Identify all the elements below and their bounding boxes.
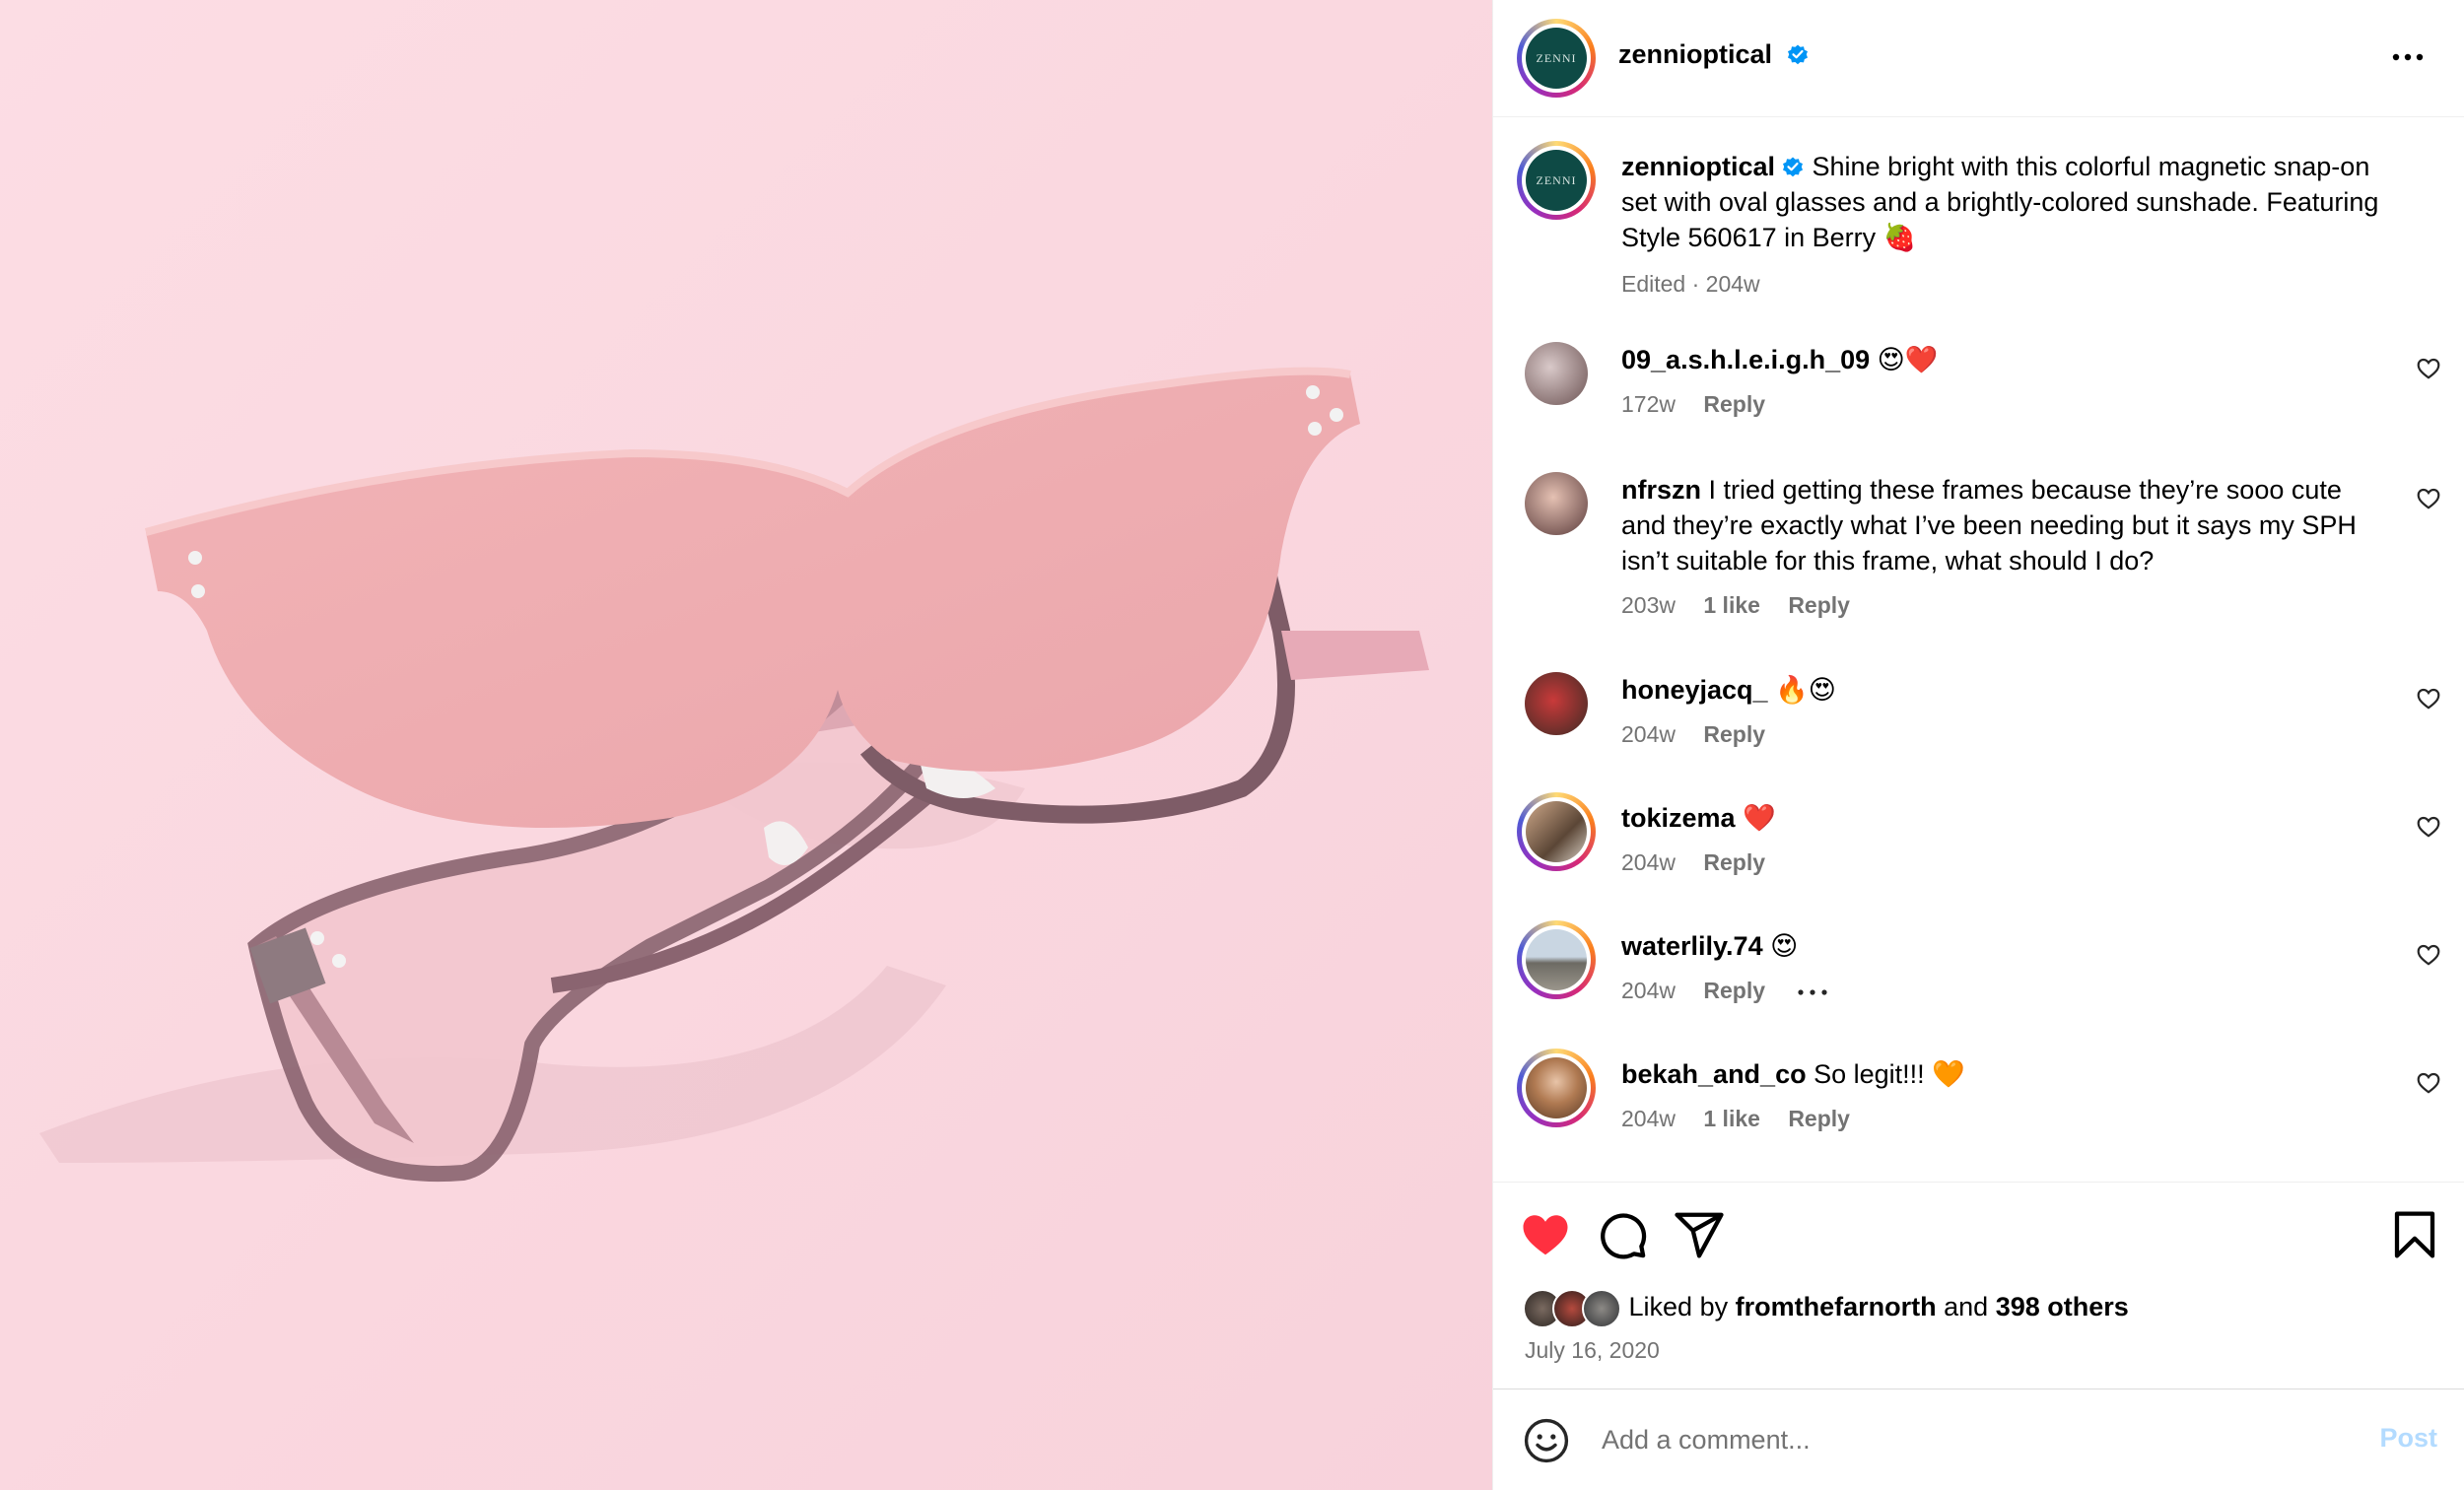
reply-button[interactable]: Reply	[1703, 721, 1765, 747]
post-panel: ZENNI zennioptical ZENNI zennioptical Sh…	[1492, 0, 2464, 1490]
author-name-text[interactable]: zennioptical	[1618, 39, 1772, 69]
reply-button[interactable]: Reply	[1788, 1106, 1850, 1131]
comment-meta: 204w Reply	[1621, 721, 1787, 748]
commenter-avatar[interactable]	[1525, 672, 1588, 735]
caption-meta: Edited · 204w	[1621, 271, 1760, 297]
reply-button[interactable]: Reply	[1703, 849, 1765, 875]
zenni-logo: ZENNI	[1526, 28, 1587, 89]
comment-likes[interactable]: 1 like	[1703, 592, 1760, 618]
post-header: ZENNI zennioptical	[1493, 0, 2464, 117]
comment-text: tokizema ❤️	[1621, 800, 2390, 836]
reply-button[interactable]: Reply	[1703, 978, 1765, 1003]
caption-username[interactable]: zennioptical	[1621, 152, 1775, 181]
like-comment-heart-icon[interactable]	[2416, 686, 2441, 711]
sunglasses-photo	[0, 0, 1492, 1490]
emoji-icon[interactable]	[1523, 1417, 1570, 1464]
comment-body: 😍	[1770, 931, 1799, 961]
comment-age: 204w	[1621, 978, 1676, 1003]
comment-text: nfrszn I tried getting these frames beca…	[1621, 472, 2390, 578]
commenter-avatar[interactable]	[1517, 792, 1596, 871]
liker-avatars	[1523, 1289, 1621, 1328]
bookmark-icon[interactable]	[2388, 1208, 2441, 1261]
verified-badge-icon	[1783, 157, 1804, 177]
commenter-avatar[interactable]	[1525, 342, 1588, 405]
comment-username[interactable]: tokizema	[1621, 803, 1736, 833]
commenter-avatar[interactable]	[1517, 920, 1596, 999]
comment-text: waterlily.74 😍	[1621, 928, 2390, 964]
comment-age: 204w	[1621, 849, 1676, 875]
author-avatar[interactable]: ZENNI	[1517, 19, 1596, 98]
comment-username[interactable]: waterlily.74	[1621, 931, 1763, 961]
post-comment-button[interactable]: Post	[2379, 1423, 2437, 1454]
comment-age: 204w	[1621, 721, 1676, 747]
comment-body: I tried getting these frames because the…	[1621, 475, 2357, 576]
like-comment-heart-icon[interactable]	[2416, 486, 2441, 511]
comment-input[interactable]	[1602, 1413, 2292, 1466]
liked-by-prefix: Liked by	[1628, 1292, 1729, 1322]
reply-button[interactable]: Reply	[1788, 592, 1850, 618]
comment-options-icon[interactable]	[1793, 982, 1832, 1002]
comments-section[interactable]: ZENNI zennioptical Shine bright with thi…	[1493, 117, 2464, 1182]
comment-likes[interactable]: 1 like	[1703, 1106, 1760, 1131]
comment-age: 172w	[1621, 391, 1676, 417]
like-comment-heart-icon[interactable]	[2416, 814, 2441, 840]
comment-body: 😍❤️	[1877, 345, 1939, 374]
comment-body: So legit!!! 🧡	[1814, 1059, 1965, 1089]
post-image[interactable]	[0, 0, 1492, 1490]
comment-age: 203w	[1621, 592, 1676, 618]
comment-age: 204w	[1621, 1106, 1676, 1131]
comment-meta: 203w 1 like Reply	[1621, 592, 1872, 619]
caption-avatar[interactable]: ZENNI	[1517, 141, 1596, 220]
comment-username[interactable]: honeyjacq_	[1621, 675, 1768, 705]
comment-meta: 204w Reply	[1621, 849, 1787, 876]
comment-text: honeyjacq_ 🔥😍	[1621, 672, 2390, 708]
like-comment-heart-icon[interactable]	[2416, 942, 2441, 968]
liked-by[interactable]: Liked by fromthefarnorth and 398 others	[1523, 1289, 2129, 1328]
comment-text: bekah_and_co So legit!!! 🧡	[1621, 1056, 2390, 1092]
like-comment-heart-icon[interactable]	[2416, 1070, 2441, 1096]
share-icon[interactable]	[1673, 1208, 1726, 1261]
verified-badge-icon	[1787, 44, 1808, 65]
author-username[interactable]: zennioptical	[1618, 39, 1810, 70]
post-actions: Liked by fromthefarnorth and 398 others …	[1493, 1182, 2464, 1388]
liked-by-user[interactable]: fromthefarnorth	[1736, 1292, 1937, 1321]
heart-icon[interactable]	[1519, 1208, 1572, 1261]
comment-username[interactable]: bekah_and_co	[1621, 1059, 1807, 1089]
like-comment-heart-icon[interactable]	[2416, 356, 2441, 381]
reply-button[interactable]: Reply	[1703, 391, 1765, 417]
liked-by-joiner: and	[1944, 1292, 1989, 1322]
caption-text: zennioptical Shine bright with this colo…	[1621, 149, 2410, 255]
comment-text: 09_a.s.h.l.e.i.g.h_09 😍❤️	[1621, 342, 2390, 377]
comment-meta: 204w 1 like Reply	[1621, 1106, 1872, 1132]
zenni-logo: ZENNI	[1526, 150, 1587, 211]
add-comment-bar: Post	[1493, 1388, 2464, 1490]
commenter-avatar[interactable]	[1525, 472, 1588, 535]
comment-username[interactable]: 09_a.s.h.l.e.i.g.h_09	[1621, 345, 1870, 374]
comment-body: ❤️	[1743, 803, 1776, 833]
liked-by-others[interactable]: 398 others	[1996, 1292, 2129, 1321]
comment-icon[interactable]	[1596, 1208, 1649, 1261]
comment-body: 🔥😍	[1775, 675, 1836, 705]
more-options-icon[interactable]	[2388, 37, 2428, 77]
comment-username[interactable]: nfrszn	[1621, 475, 1701, 505]
comment-meta: 172w Reply	[1621, 391, 1787, 418]
post-date[interactable]: July 16, 2020	[1525, 1337, 1660, 1364]
comment-meta: 204w Reply	[1621, 978, 1832, 1004]
commenter-avatar[interactable]	[1517, 1049, 1596, 1127]
